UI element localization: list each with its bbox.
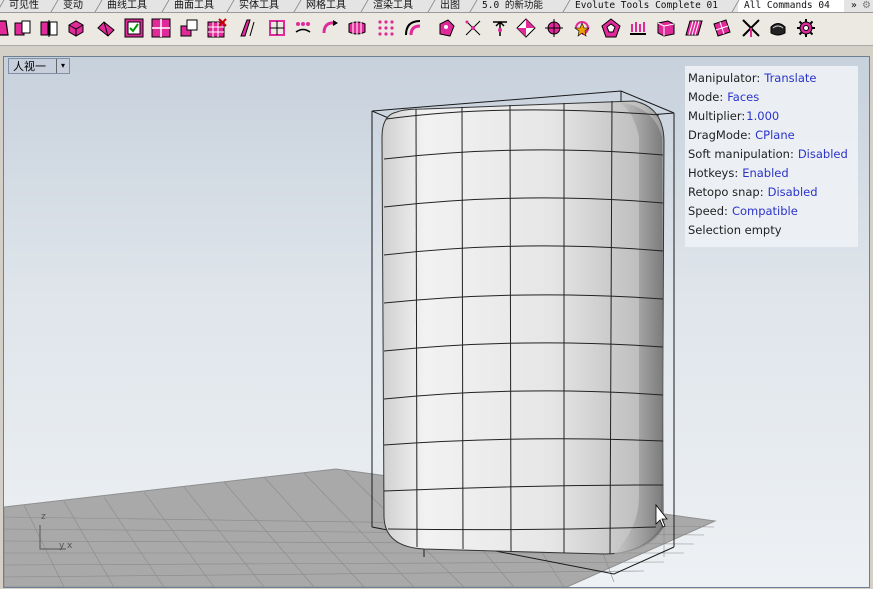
checkbox-icon[interactable] bbox=[124, 18, 144, 38]
tab-evolute-tools[interactable]: Evolute Tools Complete 01 bbox=[569, 0, 718, 12]
extrude-icon[interactable] bbox=[0, 18, 12, 38]
box-wireframe-icon[interactable] bbox=[13, 18, 33, 38]
subd-box-object[interactable] bbox=[381, 100, 665, 555]
palette-icon[interactable] bbox=[436, 18, 456, 38]
gear-icon[interactable] bbox=[796, 18, 816, 38]
tab-mesh-tools[interactable]: 网格工具 bbox=[300, 0, 346, 12]
curve-arrow-icon[interactable] bbox=[321, 18, 341, 38]
viewport-title: 人视一 bbox=[13, 60, 46, 73]
gear-icon[interactable]: ⚙ bbox=[862, 0, 871, 11]
info-row-speed: Speed: Compatible bbox=[688, 204, 798, 218]
target-icon[interactable] bbox=[544, 18, 564, 38]
tab-transform[interactable]: 变动 bbox=[57, 0, 83, 12]
info-row-manipulator: Manipulator: Translate bbox=[688, 71, 817, 85]
tab-overflow-button[interactable]: » bbox=[851, 0, 857, 11]
delete-grid-icon[interactable] bbox=[207, 18, 227, 38]
tab-all-commands[interactable]: All Commands 04 bbox=[738, 0, 844, 12]
scatter-icon[interactable] bbox=[463, 18, 483, 38]
dots-icon[interactable] bbox=[293, 18, 313, 38]
align-icon[interactable] bbox=[179, 18, 199, 38]
refresh-star-icon[interactable] bbox=[572, 18, 592, 38]
axis-label-x: x bbox=[67, 541, 73, 551]
twist-icon[interactable] bbox=[96, 18, 116, 38]
perspective-viewport[interactable]: 人视一 ▾ Manipulator: Translate Mode: Faces M… bbox=[3, 56, 870, 588]
tab-surface-tools[interactable]: 曲面工具 bbox=[168, 0, 214, 12]
panel-icon[interactable] bbox=[656, 18, 676, 38]
tab-solid-tools[interactable]: 实体工具 bbox=[233, 0, 279, 12]
patch-icon[interactable] bbox=[712, 18, 732, 38]
grid-icon[interactable] bbox=[151, 18, 171, 38]
info-row-soft-manipulation: Soft manipulation: Disabled bbox=[688, 147, 848, 161]
tab-layout[interactable]: 出图 bbox=[434, 0, 460, 12]
tab-visibility[interactable]: 可见性 bbox=[3, 0, 39, 12]
wave-text-icon[interactable] bbox=[628, 18, 648, 38]
axis-label-y: y bbox=[59, 541, 65, 551]
cube-icon[interactable] bbox=[768, 18, 788, 38]
pentagon-icon[interactable] bbox=[601, 18, 621, 38]
toolbar-tab-strip: 可见性 变动 曲线工具 曲面工具 实体工具 网格工具 渲染工具 出图 5.0 的… bbox=[0, 0, 873, 13]
axis-label-z: z bbox=[41, 512, 46, 522]
tab-curve-tools[interactable]: 曲线工具 bbox=[101, 0, 147, 12]
network-icon[interactable] bbox=[267, 18, 287, 38]
mesh-strip-icon[interactable] bbox=[347, 18, 367, 38]
info-row-hotkeys: Hotkeys: Enabled bbox=[688, 166, 789, 180]
app-window: 可见性 变动 曲线工具 曲面工具 实体工具 网格工具 渲染工具 出图 5.0 的… bbox=[0, 0, 873, 589]
brush-icon[interactable] bbox=[238, 18, 258, 38]
shear-icon[interactable] bbox=[684, 18, 704, 38]
command-toolbar bbox=[0, 13, 873, 46]
arc-icon[interactable] bbox=[403, 18, 423, 38]
viewport-title-button[interactable]: 人视一 ▾ bbox=[8, 58, 70, 74]
info-row-dragmode: DragMode: CPlane bbox=[688, 128, 795, 142]
tab-render-tools[interactable]: 渲染工具 bbox=[367, 0, 413, 12]
tab-whats-new[interactable]: 5.0 的新功能 bbox=[476, 0, 543, 12]
diamond-icon[interactable] bbox=[516, 18, 536, 38]
info-row-selection: Selection empty bbox=[688, 223, 782, 237]
chevron-down-icon[interactable]: ▾ bbox=[56, 59, 69, 73]
info-row-multiplier: Multiplier:1.000 bbox=[688, 109, 780, 123]
cross-icon[interactable] bbox=[741, 18, 761, 38]
split-arrows-icon[interactable] bbox=[490, 18, 510, 38]
info-row-mode: Mode: Faces bbox=[688, 90, 760, 104]
dots-grid-icon[interactable] bbox=[376, 18, 396, 38]
info-row-retopo-snap: Retopo snap: Disabled bbox=[688, 185, 818, 199]
solid-icon[interactable] bbox=[66, 18, 86, 38]
split-icon[interactable] bbox=[39, 18, 59, 38]
manipulator-info-panel: Manipulator: Translate Mode: Faces Multipl… bbox=[685, 66, 858, 247]
